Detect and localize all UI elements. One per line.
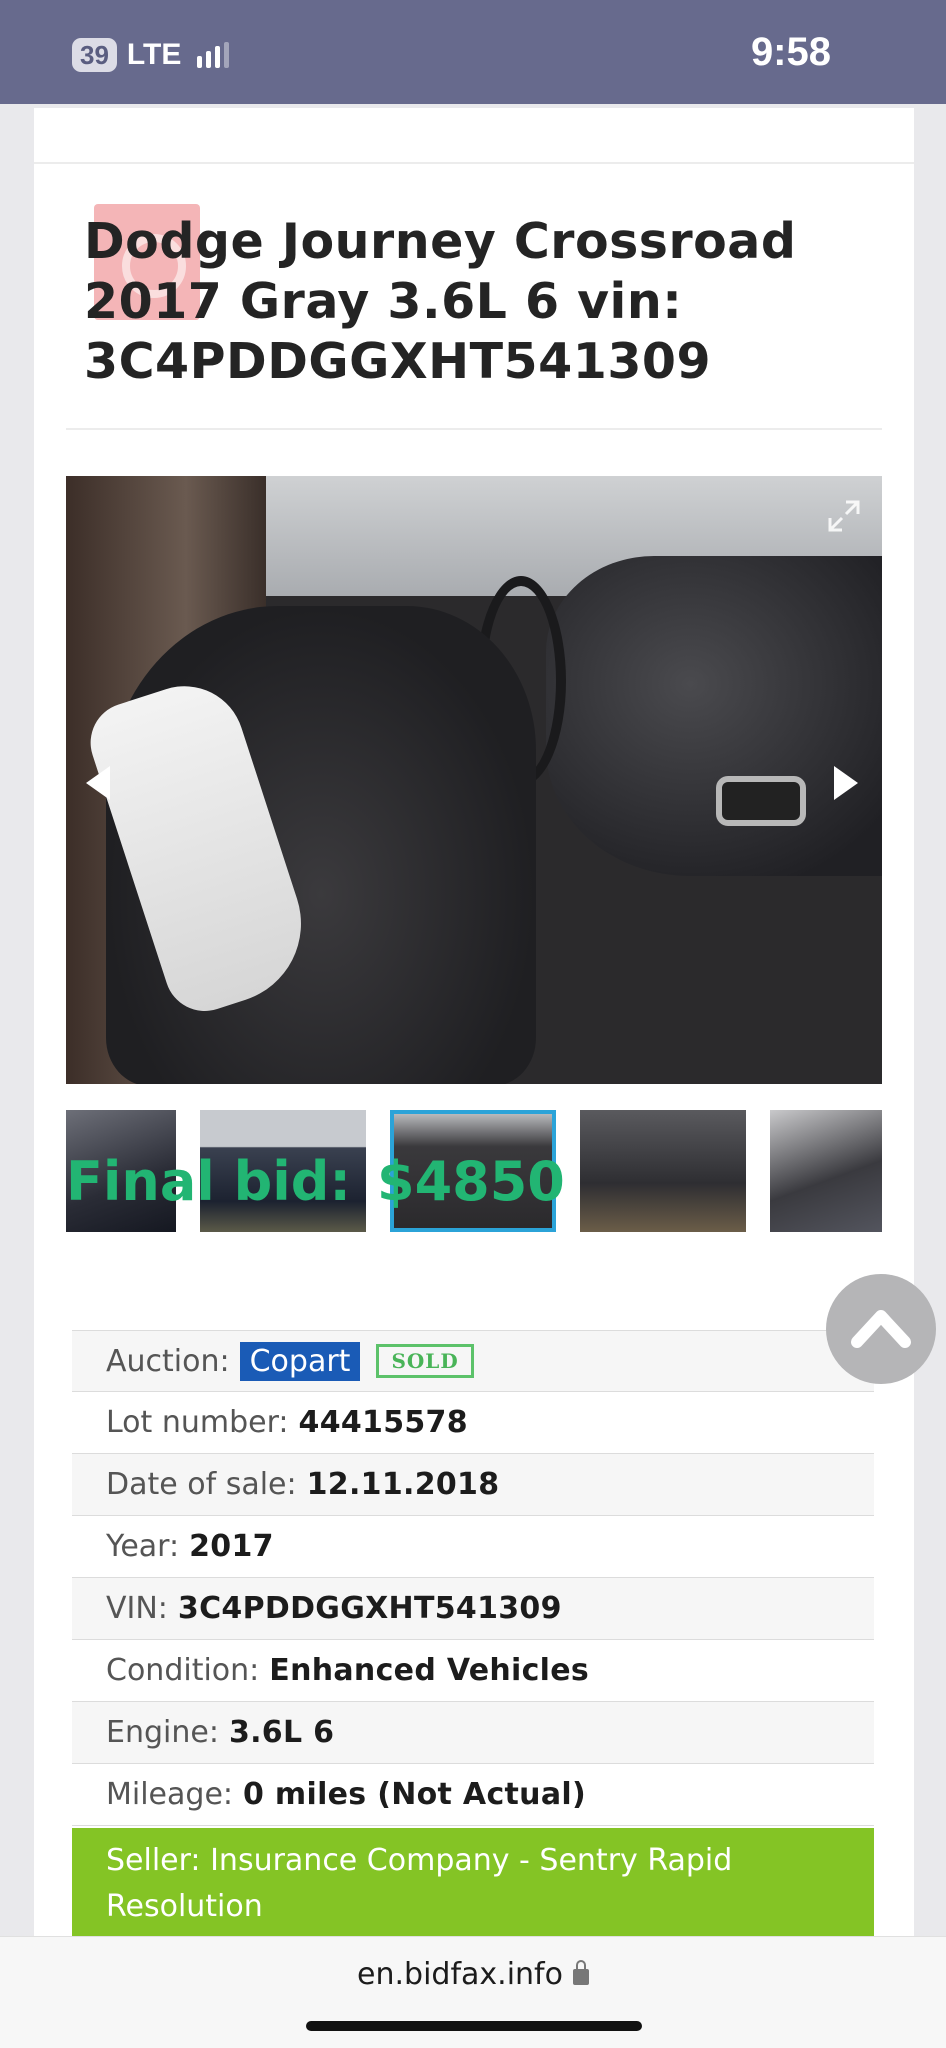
seller-banner: Seller: Insurance Company - Sentry Rapid… [72,1828,874,1938]
arrow-left-icon[interactable] [86,766,110,800]
detail-label: VIN: [106,1591,168,1626]
detail-label: Lot number: [106,1405,289,1440]
home-indicator[interactable] [306,2021,642,2031]
detail-row-date: Date of sale: 12.11.2018 [72,1454,874,1516]
scroll-top-icon [851,1310,911,1348]
signal-icon [197,42,230,68]
url-text: en.bidfax.info [357,1957,563,1992]
url-display[interactable]: en.bidfax.info [0,1957,946,1992]
final-bid-value: $4850 [377,1150,565,1213]
network-type: LTE [126,38,182,71]
photo-vent [716,776,806,826]
top-divider [34,162,914,164]
battery-indicator: 39 [72,38,117,72]
final-bid: Final bid: $4850 [66,1150,565,1213]
page-title: Dodge Journey Crossroad 2017 Gray 3.6L 6… [84,213,797,390]
detail-label: Condition: [106,1653,260,1688]
detail-label: Date of sale: [106,1467,297,1502]
scroll-top-button[interactable] [826,1274,936,1384]
detail-value: Enhanced Vehicles [269,1653,590,1688]
status-bar: 39 LTE 9:58 [0,0,946,104]
detail-row-year: Year: 2017 [72,1516,874,1578]
detail-row-condition: Condition: Enhanced Vehicles [72,1640,874,1702]
detail-row-mileage: Mileage: 0 miles (Not Actual) [72,1764,874,1826]
photo-dashboard [546,556,882,876]
final-bid-label: Final bid: [66,1150,352,1213]
main-photo[interactable] [66,476,882,1084]
detail-value: 12.11.2018 [306,1467,500,1502]
detail-row-engine: Engine: 3.6L 6 [72,1702,874,1764]
detail-row-vin: VIN: 3C4PDDGGXHT541309 [72,1578,874,1640]
detail-label: Engine: [106,1715,219,1750]
sold-stamp: SOLD [376,1344,474,1378]
detail-value: 0 miles (Not Actual) [243,1777,586,1812]
detail-value: 3C4PDDGGXHT541309 [177,1591,562,1626]
auction-badge[interactable]: Copart [239,1341,361,1381]
detail-value: 3.6L 6 [228,1715,335,1750]
detail-row-auction: Auction: Copart SOLD [72,1330,874,1392]
detail-value: 44415578 [298,1405,468,1440]
thumbnail[interactable] [770,1110,882,1232]
details-table: Auction: Copart SOLD Lot number: 4441557… [72,1330,874,1826]
thumbnail[interactable] [580,1110,746,1232]
detail-row-lot: Lot number: 44415578 [72,1392,874,1454]
browser-address-bar[interactable]: en.bidfax.info [0,1936,946,2048]
detail-value: 2017 [189,1529,274,1564]
detail-label: Auction: [106,1343,230,1379]
clock: 9:58 [750,30,831,74]
expand-icon[interactable] [826,498,862,534]
status-left: 39 LTE [72,38,230,72]
detail-label: Year: [106,1529,180,1564]
lock-icon [572,1960,589,1985]
title-divider [66,428,882,430]
arrow-right-icon[interactable] [834,766,858,800]
detail-label: Mileage: [106,1777,234,1812]
